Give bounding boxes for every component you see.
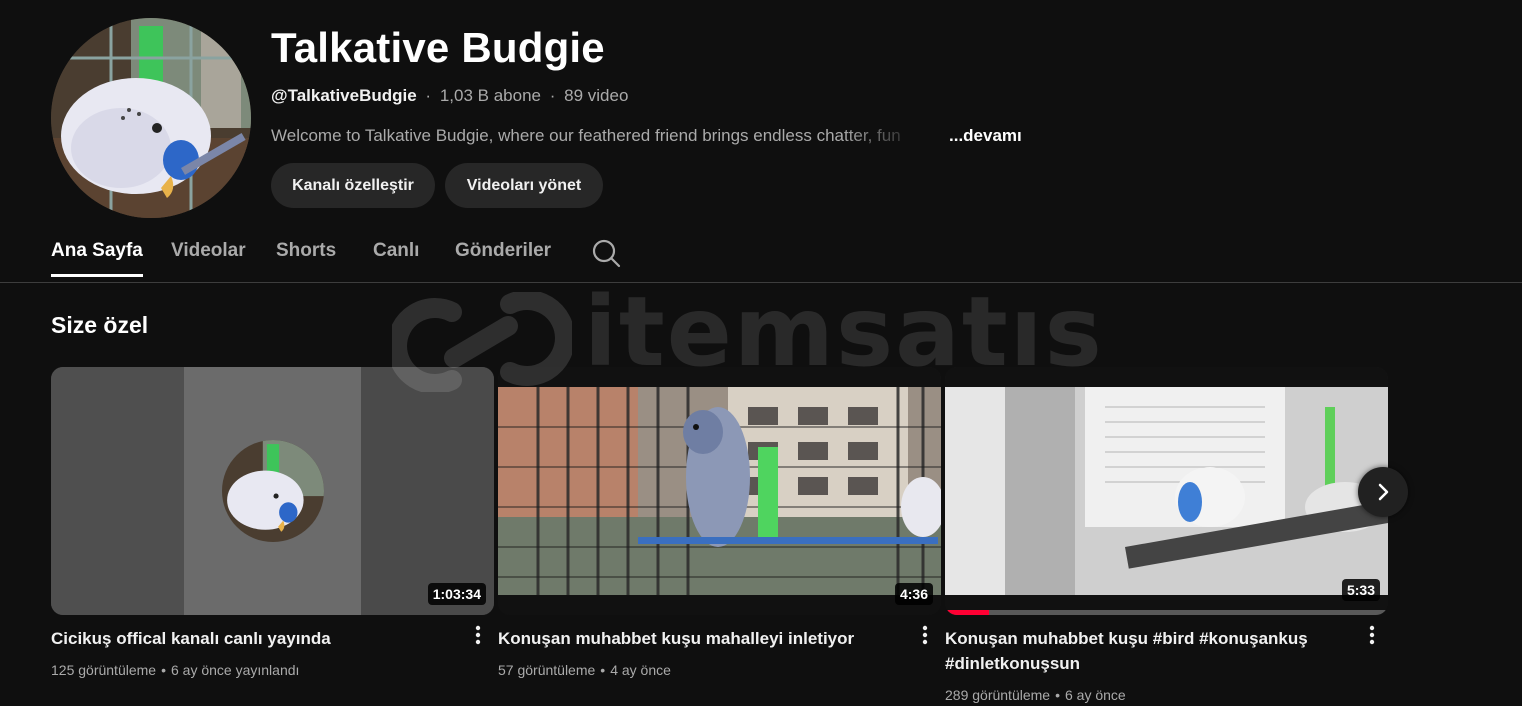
meta-dot: • [600,662,606,678]
video-title[interactable]: Konuşan muhabbet kuşu #bird #konuşankuş … [945,626,1345,676]
budgie-avatar-image [51,18,251,218]
tab-videos[interactable]: Videolar [171,240,246,274]
video-thumbnail[interactable]: 5:33 [945,367,1388,615]
mini-avatar-image [222,440,324,542]
description-text: Welcome to Talkative Budgie, where our f… [271,126,901,145]
video-meta: 289 görüntüleme • 6 ay önce [945,687,1126,703]
more-vert-icon[interactable] [470,624,486,650]
meta-separator: · [549,86,556,105]
upload-age: 4 ay önce [610,662,671,678]
tab-home[interactable]: Ana Sayfa [51,240,143,277]
meta-dot: • [1055,687,1060,703]
video-duration: 1:03:34 [427,583,486,605]
upload-age: 6 ay önce [1064,687,1126,703]
view-count: 125 görüntüleme [51,662,157,678]
upload-age: 6 ay önce yayınlandı [170,662,300,678]
carousel-next-button[interactable] [1358,467,1408,517]
meta-separator: · [425,86,432,105]
more-vert-icon[interactable] [1364,624,1380,650]
watch-progress-track [945,610,1388,615]
video-meta: 125 görüntüleme • 6 ay önce yayınlandı [51,662,299,678]
description-more-link[interactable]: ...devamı [949,126,1022,146]
channel-meta: @TalkativeBudgie · 1,03 B abone · 89 vid… [271,86,628,106]
video-card[interactable]: 1:03:34 Cicikuş offical kanalı canlı yay… [51,367,494,678]
video-title[interactable]: Konuşan muhabbet kuşu mahalleyi inletiyo… [498,626,898,651]
budgie-closeup-thumbnail-image [945,367,1388,615]
channel-handle[interactable]: @TalkativeBudgie [271,86,417,105]
customize-channel-button[interactable]: Kanalı özelleştir [271,163,435,208]
video-duration: 4:36 [894,583,933,605]
video-card[interactable]: 4:36 Konuşan muhabbet kuşu mahalleyi inl… [498,367,941,678]
video-title[interactable]: Cicikuş offical kanalı canlı yayında [51,626,451,651]
tab-live[interactable]: Canlı [373,240,419,274]
section-title: Size özel [51,312,149,338]
tab-posts[interactable]: Gönderiler [455,240,551,274]
chevron-right-icon [1378,483,1389,501]
video-meta: 57 görüntüleme • 4 ay önce [498,662,671,678]
manage-videos-button[interactable]: Videoları yönet [445,163,603,208]
search-icon[interactable] [591,238,621,268]
channel-title: Talkative Budgie [271,24,605,71]
watch-progress-fill [945,610,990,615]
view-count: 57 görüntüleme [498,662,596,678]
tabs-divider [0,282,1522,283]
meta-dot: • [161,662,166,678]
channel-description[interactable]: Welcome to Talkative Budgie, where our f… [271,126,1031,148]
video-thumbnail[interactable]: 4:36 [498,367,941,615]
view-count: 289 görüntüleme [945,687,1051,703]
channel-avatar[interactable] [51,18,251,218]
more-vert-icon[interactable] [917,624,933,650]
subscriber-count: 1,03 B abone [439,86,541,105]
video-count: 89 video [564,86,629,105]
video-card[interactable]: 5:33 Konuşan muhabbet kuşu #bird #konuşa… [945,367,1388,703]
video-thumbnail[interactable]: 1:03:34 [51,367,494,615]
tab-shorts[interactable]: Shorts [276,240,336,274]
channel-page: Talkative Budgie @TalkativeBudgie · 1,03… [0,0,1522,706]
budgie-cage-thumbnail-image [498,367,941,615]
video-duration: 5:33 [1341,579,1380,601]
